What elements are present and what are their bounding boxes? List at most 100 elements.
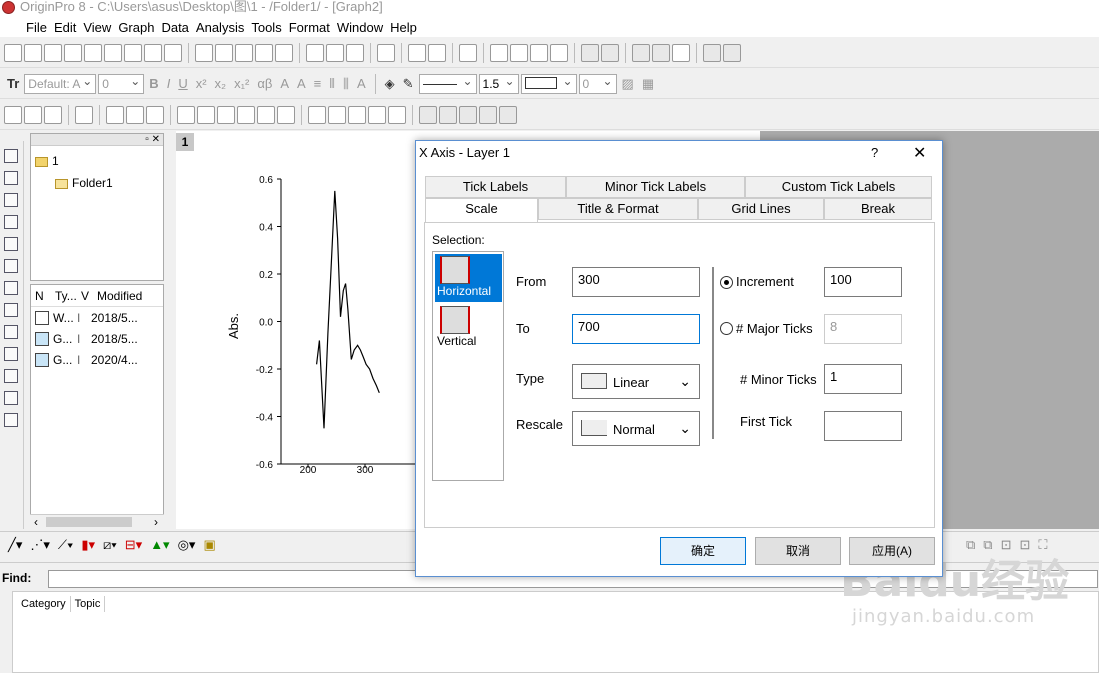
tab-category[interactable]: Category (17, 596, 71, 612)
menu-graph[interactable]: Graph (118, 20, 161, 35)
minor-ticks-field[interactable]: 1 (824, 364, 902, 394)
region-icon[interactable] (4, 325, 18, 339)
tab-minor-tick-labels[interactable]: Minor Tick Labels (566, 176, 745, 198)
object-3-icon[interactable] (459, 105, 477, 124)
table-icon[interactable] (388, 105, 406, 124)
to-field[interactable]: 700 (572, 314, 700, 344)
align-icon[interactable]: ≡ (311, 76, 325, 91)
list-item[interactable]: W... I 2018/5... (31, 307, 163, 328)
increment-radio[interactable] (720, 276, 733, 289)
data-selector-icon[interactable] (4, 259, 18, 273)
rescale-icon[interactable] (75, 105, 93, 124)
help-button[interactable]: ? (871, 145, 878, 160)
column-stat-icon[interactable] (348, 105, 366, 124)
tab-topic[interactable]: Topic (71, 596, 106, 612)
layer-merge-icon[interactable] (146, 105, 164, 124)
tab-scale[interactable]: Scale (425, 198, 538, 222)
border-icon[interactable]: ▦ (639, 76, 657, 92)
grid-icon[interactable] (723, 43, 741, 62)
tab-grid-lines[interactable]: Grid Lines (698, 198, 824, 220)
merge-icon[interactable] (703, 43, 721, 62)
data-reader-icon[interactable] (4, 237, 18, 251)
duplicate-icon[interactable] (428, 43, 446, 62)
selection-vertical[interactable]: Vertical (435, 304, 502, 352)
draw-data-icon[interactable] (4, 281, 18, 295)
underline-icon[interactable]: U (175, 76, 190, 91)
tree-root[interactable]: 1 (31, 146, 163, 168)
line-style-select[interactable] (418, 73, 477, 94)
menu-view[interactable]: View (83, 20, 118, 35)
new-layout-icon[interactable] (124, 43, 142, 62)
menu-data[interactable]: Data (161, 20, 195, 35)
new-notes-icon[interactable] (144, 43, 162, 62)
first-tick-field[interactable] (824, 411, 902, 441)
menu-tools[interactable]: Tools (251, 20, 288, 35)
add-column-icon[interactable] (581, 43, 599, 62)
line-color-icon[interactable]: ✎ (400, 76, 417, 92)
results-log-icon[interactable] (490, 43, 508, 62)
object-1-icon[interactable] (419, 105, 437, 124)
spectrum-line[interactable] (316, 190, 380, 429)
font-select[interactable]: Default: A (24, 73, 97, 94)
pie-icon[interactable] (601, 43, 619, 62)
zoom-out-icon[interactable] (24, 105, 42, 124)
axis-br-icon[interactable] (277, 105, 295, 124)
line-tool-icon[interactable] (4, 391, 18, 405)
zoom-in-icon[interactable] (4, 105, 22, 124)
scroll-right-icon[interactable]: › (154, 515, 158, 529)
increase-font-icon[interactable]: A (277, 76, 292, 91)
list-item[interactable]: G... I 2020/4... (31, 349, 163, 370)
save-template-icon[interactable] (275, 43, 293, 62)
paste-icon[interactable] (672, 43, 690, 62)
supersubscript-icon[interactable]: x₁² (231, 76, 252, 91)
worksheet-icon[interactable] (308, 105, 326, 124)
font-size-select[interactable]: 0 (98, 73, 145, 94)
subscript-icon[interactable]: x₂ (212, 76, 230, 91)
multi-curve-icon[interactable]: ⧄▾ (103, 537, 117, 553)
from-field[interactable]: 300 (572, 267, 700, 297)
col-view[interactable]: V (79, 289, 93, 303)
code-builder-icon[interactable] (550, 43, 568, 62)
italic-icon[interactable]: I (164, 76, 174, 91)
group-icon[interactable]: ⧉ (966, 537, 975, 553)
zoom-out-tool-icon[interactable] (4, 193, 18, 207)
font-color-icon[interactable]: A (354, 76, 369, 91)
import-ascii-icon[interactable] (326, 43, 344, 62)
stat-plot-icon[interactable]: ⊟▾ (125, 537, 142, 553)
tab-break[interactable]: Break (824, 198, 932, 220)
increment-field[interactable]: 100 (824, 267, 902, 297)
list-item[interactable]: G... I 2018/5... (31, 328, 163, 349)
new-graph-icon[interactable] (64, 43, 82, 62)
menu-analysis[interactable]: Analysis (196, 20, 251, 35)
new-note-icon[interactable] (164, 43, 182, 62)
command-window-icon[interactable] (530, 43, 548, 62)
new-excel-icon[interactable] (44, 43, 62, 62)
ungroup-icon[interactable]: ⧉ (983, 537, 992, 553)
import-icon[interactable] (306, 43, 324, 62)
axis-tl-icon[interactable] (257, 105, 275, 124)
menu-window[interactable]: Window (337, 20, 390, 35)
import-multiple-icon[interactable] (346, 43, 364, 62)
arrow-tool-icon[interactable] (4, 369, 18, 383)
line-spacing-icon[interactable]: ⦀ (326, 76, 338, 92)
box-value-select[interactable]: 0 (578, 73, 617, 94)
selection-horizontal[interactable]: Horizontal (435, 254, 502, 302)
axis-box-icon[interactable] (237, 105, 255, 124)
fill-color-icon[interactable]: ◈ (382, 76, 398, 92)
new-worksheet-icon[interactable] (24, 43, 42, 62)
menu-edit[interactable]: Edit (54, 20, 83, 35)
new-matrix-icon[interactable] (84, 43, 102, 62)
greek-icon[interactable]: αβ (254, 76, 275, 91)
front-icon[interactable]: ⊡ (1001, 537, 1012, 553)
tab-title-format[interactable]: Title & Format (538, 198, 698, 220)
zoom-icon[interactable] (4, 171, 18, 185)
hatch-icon[interactable]: ▨ (619, 76, 637, 92)
polar-icon[interactable]: ◎▾ (178, 537, 196, 553)
line-symbol-icon[interactable]: ⟋▾ (58, 537, 73, 553)
script-window-icon[interactable] (510, 43, 528, 62)
layer-add-icon[interactable] (106, 105, 124, 124)
screen-reader-icon[interactable] (4, 215, 18, 229)
close-icon[interactable]: ✕ (913, 143, 926, 163)
layer-grid-icon[interactable] (126, 105, 144, 124)
object-4-icon[interactable] (479, 105, 497, 124)
